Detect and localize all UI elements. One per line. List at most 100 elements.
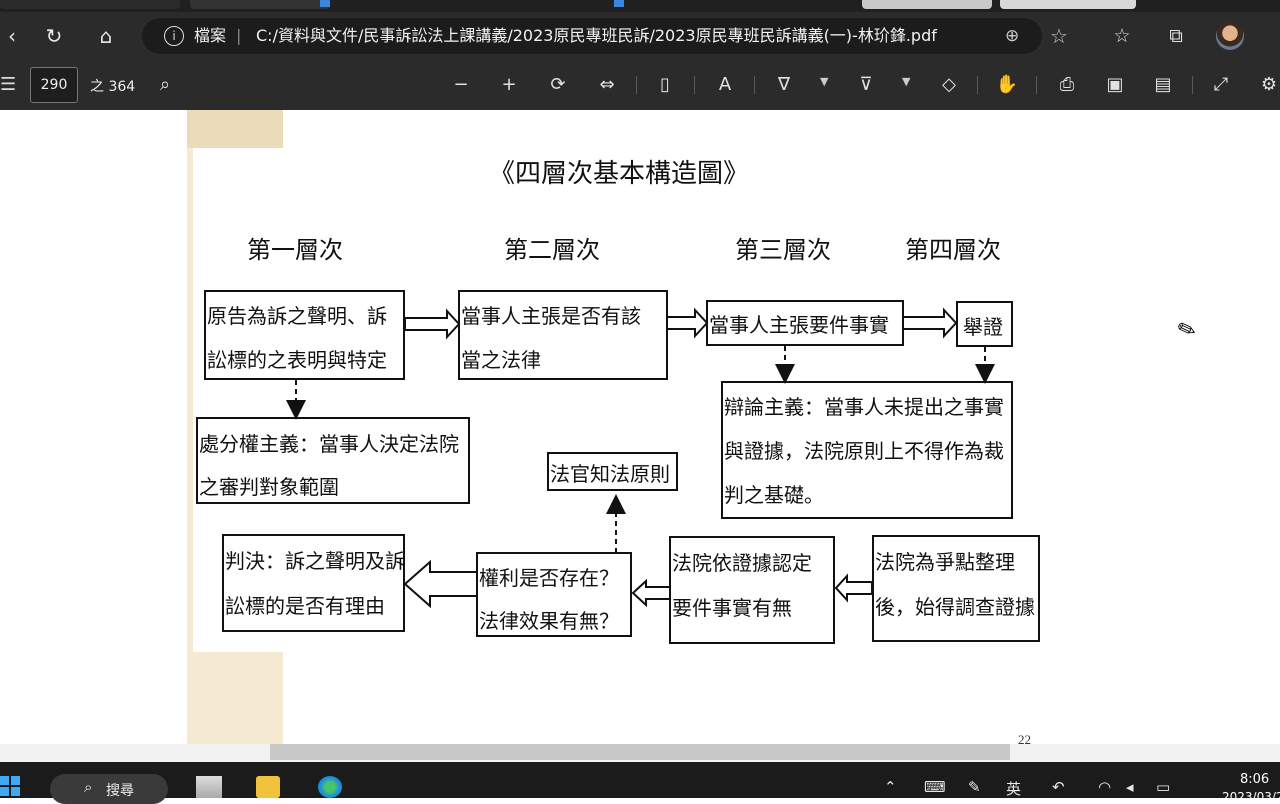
pen-icon[interactable]: ✎ (968, 778, 981, 796)
hollow-arrow-left (403, 559, 478, 609)
box-judgment-line-2: 訟標的是否有理由 (225, 594, 385, 618)
tab-active[interactable] (862, 0, 992, 9)
box-fact-text: 當事人主張要件事實 (709, 313, 889, 337)
box-proof-text: 舉證 (963, 315, 1003, 339)
ime-indicator[interactable]: 英 (1006, 778, 1021, 799)
volume-icon[interactable]: ◂ (1126, 778, 1134, 796)
hollow-arrow-right (666, 307, 709, 339)
chevron-down-icon[interactable]: ▼ (902, 75, 910, 88)
toolbar-divider (754, 76, 755, 94)
box-claim-line-2: 訟標的之表明與特定 (207, 348, 387, 372)
box-debate-line-1: 辯論主義：當事人未提出之事實 (724, 395, 1004, 419)
pdf-toolbar: ☰ 290 之 364 ⌕ − + ⟳ ⇔ ▯ A ∇ ▼ ⊽ ▼ ◇ ✋ ⎙ … (0, 60, 1280, 111)
page-number-input[interactable]: 290 (30, 67, 78, 103)
eraser-icon[interactable]: ◇ (936, 72, 962, 98)
wifi-icon[interactable]: ◠ (1098, 778, 1111, 796)
rotate-icon[interactable]: ⟳ (545, 72, 571, 98)
undo-icon[interactable]: ↶ (1052, 778, 1065, 796)
box-court-fact-line-2: 要件事實有無 (672, 596, 792, 620)
toolbar-divider (1192, 76, 1193, 94)
box-claim-line-1: 原告為訴之聲明、訴 (207, 304, 387, 328)
search-icon[interactable]: ⌕ (152, 72, 178, 98)
pdf-icon (614, 0, 624, 7)
box-court-fact-line-1: 法院依證據認定 (672, 551, 812, 575)
diagram-title: 《四層次基本構造圖》 (489, 159, 749, 189)
save-as-icon[interactable]: ▤ (1150, 72, 1176, 98)
menu-icon[interactable]: ☰ (0, 74, 16, 95)
hollow-arrow-left (631, 578, 671, 608)
fullscreen-icon[interactable]: ⤢ (1208, 72, 1234, 98)
level-4-heading: 第四層次 (905, 236, 1001, 264)
favorites-icon[interactable]: ☆ (1108, 22, 1136, 50)
touch-icon[interactable]: ✋ (994, 72, 1020, 98)
settings-icon[interactable]: ⚙ (1256, 72, 1280, 98)
document-viewport[interactable]: 《四層次基本構造圖》 第一層次 第二層次 第三層次 第四層次 原告為訴之聲明、訴… (0, 110, 1280, 747)
level-1-heading: 第一層次 (247, 236, 343, 264)
box-disposition-line-2: 之審判對象範圍 (199, 475, 339, 499)
url-text[interactable]: C:/資料與文件/民事訴訟法上課講義/2023原民專班民訴/2023原民專班民訴… (256, 26, 937, 46)
keyboard-icon[interactable]: ⌨ (924, 778, 946, 796)
edge-browser-icon[interactable] (318, 776, 342, 798)
pdf-icon (320, 0, 330, 7)
box-debate-line-3: 判之基礎。 (724, 483, 824, 507)
box-court-issue-line-2: 後，始得調查證據 (875, 595, 1035, 619)
fit-width-icon[interactable]: ⇔ (594, 72, 620, 98)
box-iura-text: 法官知法原則 (550, 462, 670, 486)
chevron-up-icon[interactable]: ⌃ (884, 778, 897, 796)
page-total: 之 364 (90, 79, 136, 95)
toolbar-divider (1036, 76, 1037, 94)
level-2-heading: 第二層次 (504, 236, 600, 264)
tab-strip (0, 0, 1280, 12)
hollow-arrow-right (404, 308, 461, 340)
box-debate-line-2: 與證據，法院原則上不得作為裁 (724, 439, 1004, 463)
battery-icon[interactable]: ▭ (1156, 778, 1170, 796)
collections-icon[interactable]: ⧉ (1162, 22, 1190, 50)
highlight-icon[interactable]: ⊽ (853, 72, 879, 98)
url-scheme-label: 檔案 (194, 26, 227, 45)
toolbar-divider (636, 76, 637, 94)
horizontal-scrollbar[interactable] (0, 744, 1280, 762)
address-bar[interactable]: i 檔案 | C:/資料與文件/民事訴訟法上課講義/2023原民專班民訴/202… (142, 18, 1068, 54)
box-right-line-2: 法律效果有無？ (479, 609, 619, 633)
box-court-issue-line-1: 法院為爭點整理 (875, 550, 1015, 574)
hollow-arrow-right (902, 307, 958, 339)
refresh-icon[interactable]: ↻ (42, 24, 66, 48)
scrollbar-thumb[interactable] (270, 744, 1010, 760)
url-separator: | (236, 26, 242, 45)
taskbar-search-label: 搜尋 (106, 783, 134, 799)
info-icon[interactable]: i (164, 26, 184, 46)
toolbar-divider (977, 76, 978, 94)
task-view-icon[interactable] (196, 776, 222, 798)
tab[interactable] (190, 0, 330, 9)
box-right-line-1: 權利是否存在？ (479, 566, 619, 590)
box-law-line-2: 當之法律 (461, 348, 541, 372)
toolbar-divider (694, 76, 695, 94)
zoom-icon[interactable]: ⊕ (1005, 26, 1019, 46)
taskbar-date[interactable]: 2023/03/25 (1222, 790, 1280, 804)
windows-start-icon[interactable] (0, 776, 22, 798)
tab[interactable] (1000, 0, 1136, 9)
taskbar-clock[interactable]: 8:06 (1240, 772, 1269, 787)
home-icon[interactable]: ⌂ (94, 24, 118, 48)
print-icon[interactable]: ⎙ (1054, 72, 1080, 98)
save-icon[interactable]: ▣ (1102, 72, 1128, 98)
back-icon[interactable]: ‹ (0, 24, 24, 48)
taskbar: ⌕ 搜尋 ⌃ ⌨ ✎ 英 ↶ ◠ ◂ ▭ 8:06 2023/03/25 (0, 762, 1280, 804)
four-level-diagram: 《四層次基本構造圖》 第一層次 第二層次 第三層次 第四層次 原告為訴之聲明、訴… (196, 159, 1040, 644)
add-favorite-icon[interactable]: ☆ (1050, 24, 1068, 48)
hollow-arrow-left (834, 573, 873, 603)
zoom-out-icon[interactable]: − (448, 72, 474, 98)
avatar[interactable] (1216, 22, 1244, 50)
box-disposition-line-1: 處分權主義：當事人決定法院 (199, 432, 459, 456)
chevron-down-icon[interactable]: ▼ (820, 75, 828, 88)
zoom-in-icon[interactable]: + (496, 72, 522, 98)
page-view-icon[interactable]: ▯ (652, 72, 678, 98)
file-explorer-icon[interactable] (256, 776, 280, 798)
draw-icon[interactable]: ∇ (771, 72, 797, 98)
box-law-line-1: 當事人主張是否有該 (461, 304, 641, 328)
level-3-heading: 第三層次 (735, 236, 831, 264)
search-icon: ⌕ (84, 778, 93, 796)
read-aloud-icon[interactable]: A (712, 72, 738, 98)
tab[interactable] (0, 0, 180, 9)
box-judgment-line-1: 判決：訴之聲明及訴 (225, 549, 405, 573)
